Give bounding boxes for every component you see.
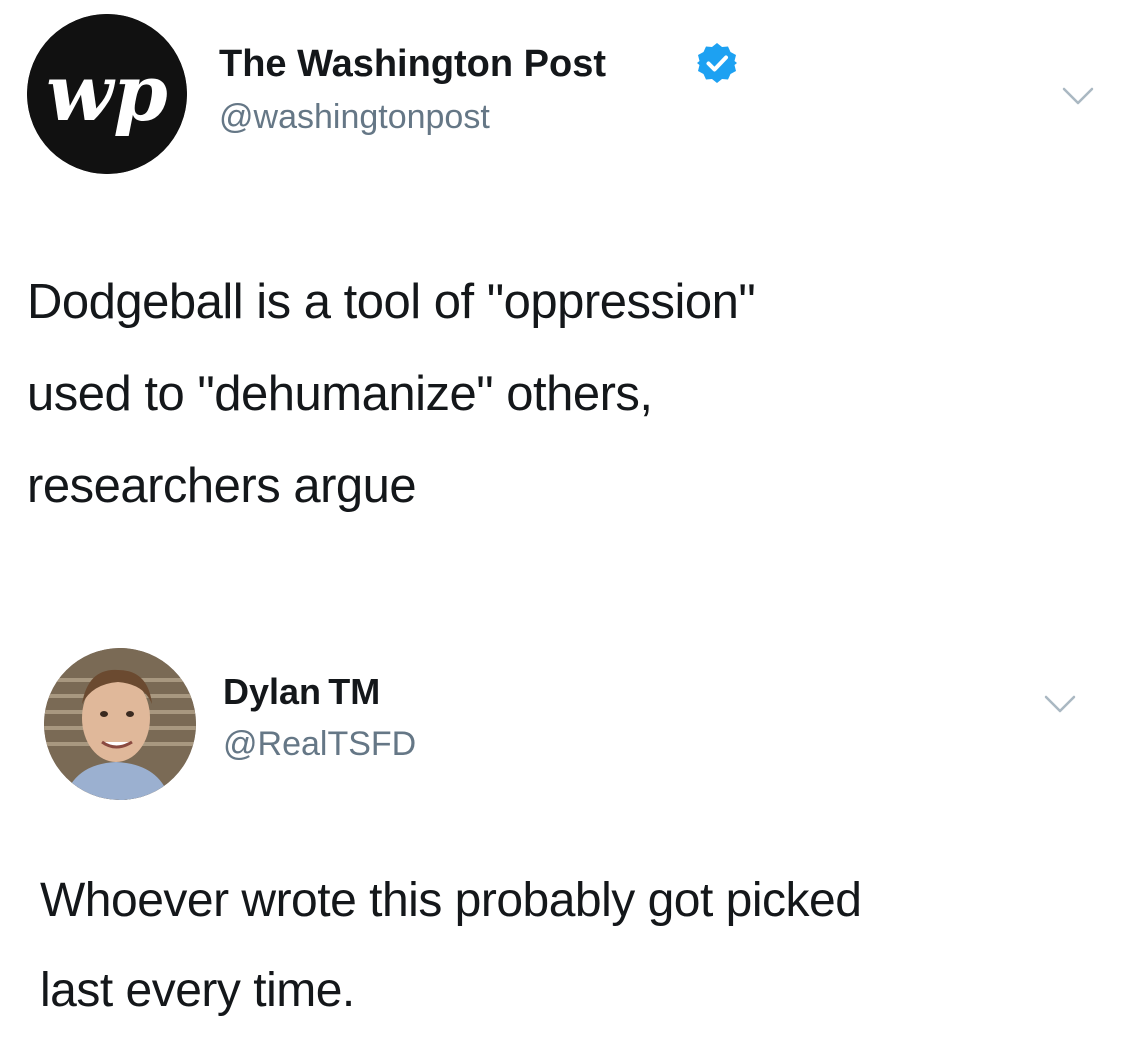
washington-post-logo: wp [27,14,187,174]
display-name[interactable]: Dylan TM [223,670,380,714]
tweet-text-line: Dodgeball is a tool of "oppression" [27,275,756,329]
tweet-reply-dylan: Dylan TM @RealTSFD Whoever wrote this pr… [0,630,1125,1048]
avatar[interactable] [44,648,196,800]
chevron-down-icon[interactable] [1060,84,1096,108]
tweet-text-line: Whoever wrote this probably got picked [40,874,862,927]
handle[interactable]: @washingtonpost [219,97,490,137]
verified-badge-icon [695,41,739,85]
handle[interactable]: @RealTSFD [223,724,416,764]
chevron-down-icon[interactable] [1042,692,1078,716]
tweet-text: Whoever wrote this probably got picked l… [40,856,862,1036]
tweet-text-line: researchers argue [27,459,417,513]
profile-photo [44,648,196,800]
display-name[interactable]: The Washington Post [219,42,606,86]
tweet-washington-post: wp The Washington Post @washingtonpost D… [0,0,1125,540]
tweet-text-line: last every time. [40,964,355,1017]
tweet-text: Dodgeball is a tool of "oppression" used… [27,256,756,532]
logo-monogram: wp [46,48,168,139]
tweet-text-line: used to "dehumanize" others, [27,367,653,421]
avatar[interactable]: wp [27,14,187,174]
